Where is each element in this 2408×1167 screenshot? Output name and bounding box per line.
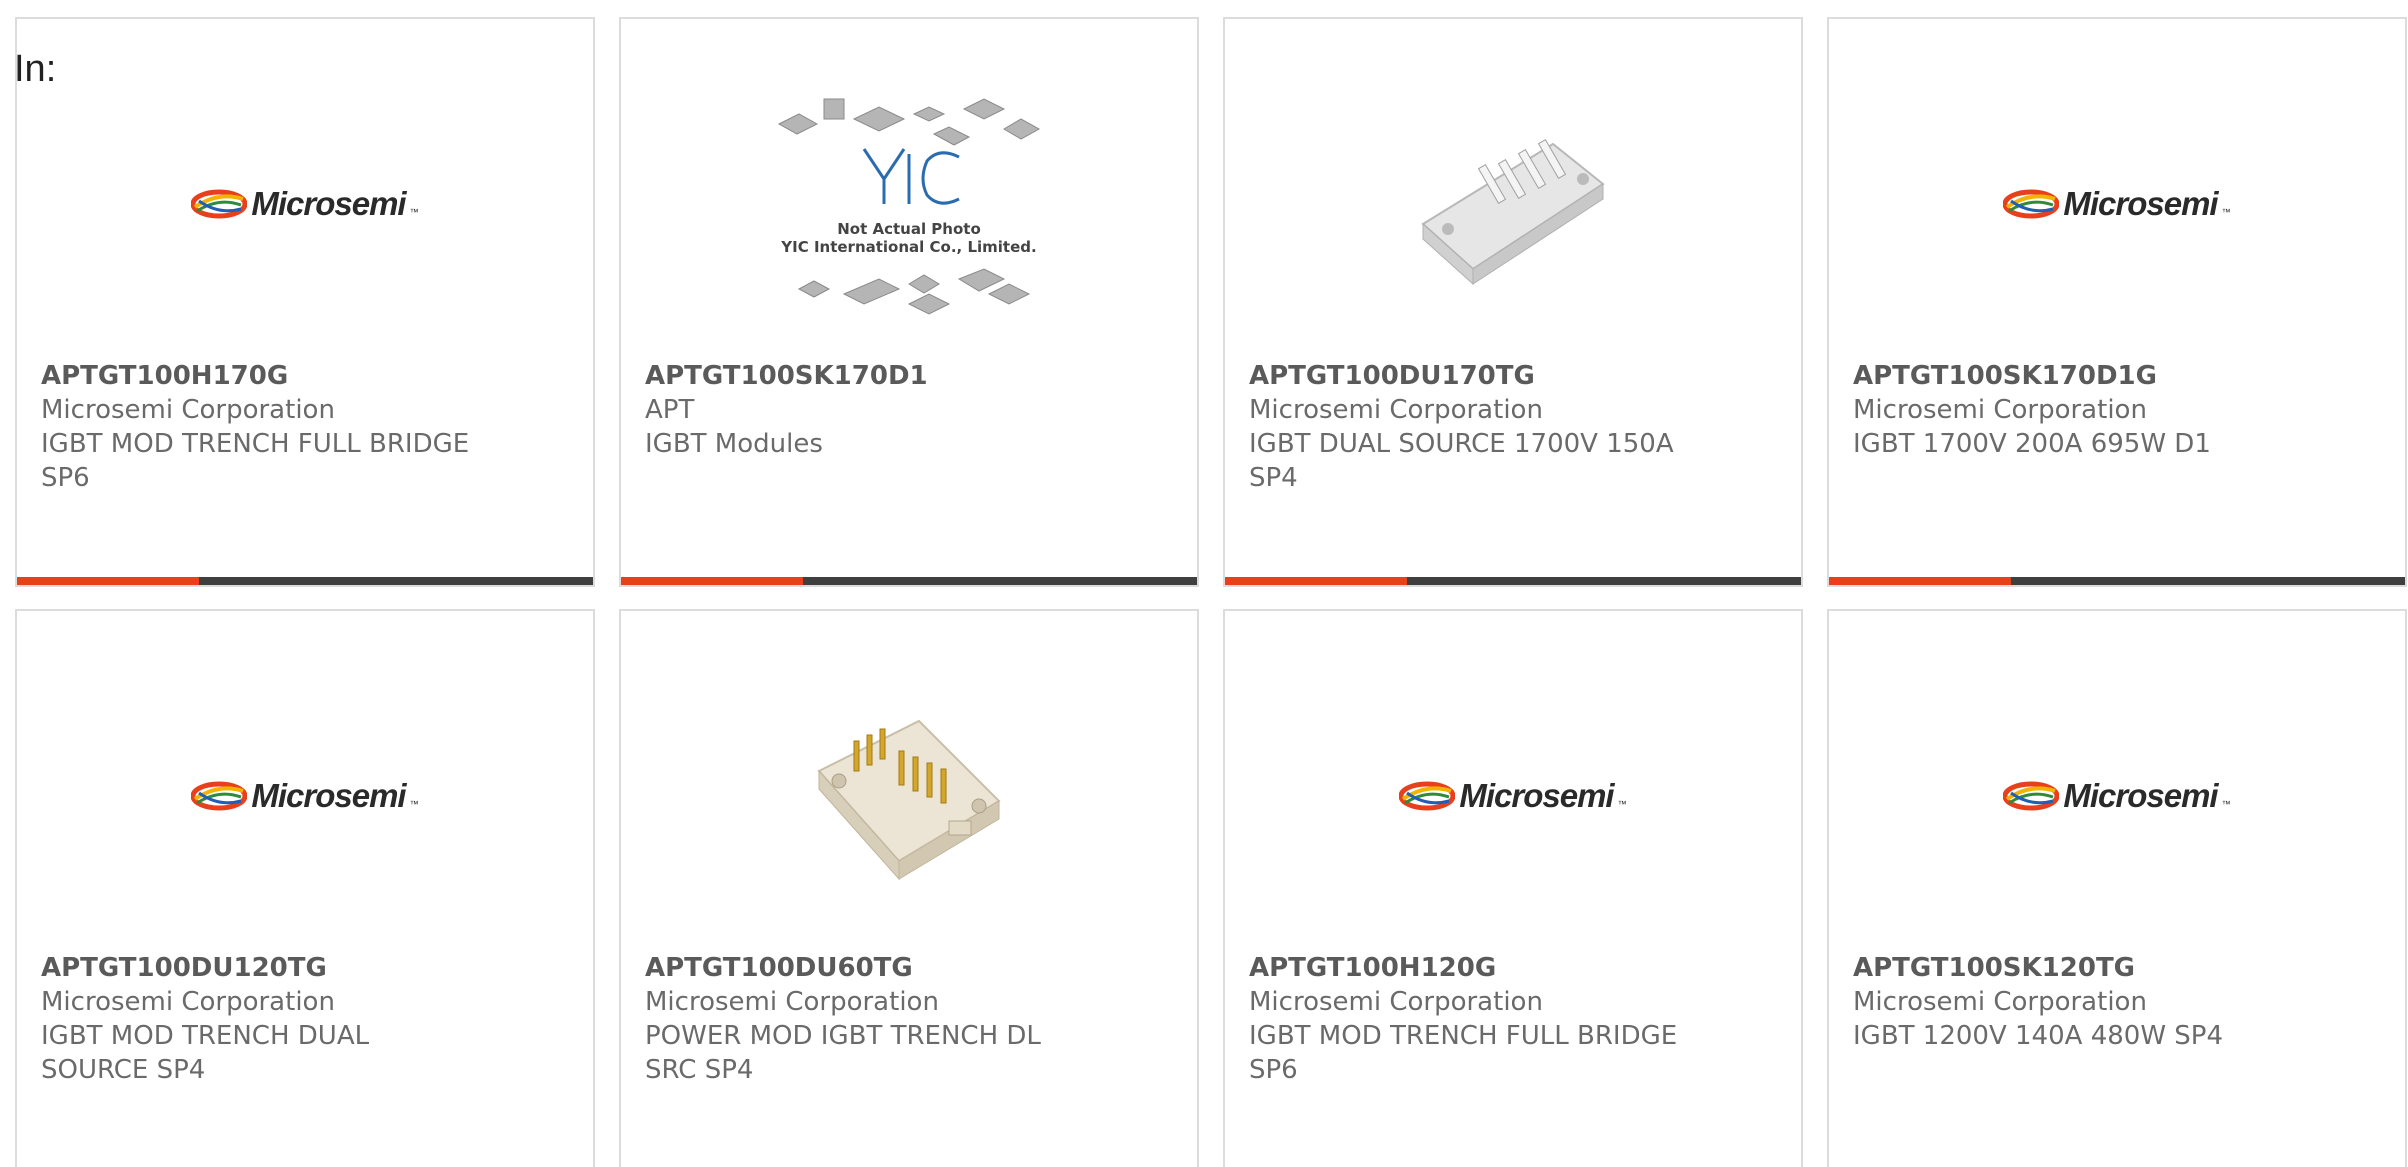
microsemi-swirl-icon bbox=[2003, 781, 2060, 811]
product-info: APTGT100DU120TG Microsemi Corporation IG… bbox=[41, 951, 569, 1087]
description: IGBT DUAL SOURCE 1700V 150A SP4 bbox=[1249, 429, 1674, 493]
yic-placeholder-image: Not Actual Photo YIC International Co., … bbox=[777, 98, 1041, 315]
product-image[interactable]: Microsemi ™ bbox=[1829, 79, 2405, 329]
microsemi-logo: Microsemi ™ bbox=[191, 777, 419, 815]
product-card[interactable]: APTGT100DU170TG Microsemi Corporation IG… bbox=[1223, 17, 1803, 587]
manufacturer: Microsemi Corporation bbox=[645, 987, 939, 1017]
description: IGBT MOD TRENCH DUAL SOURCE SP4 bbox=[41, 1021, 370, 1085]
page: In: Microsemi ™ APTGT100H170G Microsemi … bbox=[0, 0, 2408, 1167]
yic-caption-line1: Not Actual Photo bbox=[837, 220, 981, 238]
product-info: APTGT100SK170D1G Microsemi Corporation I… bbox=[1853, 359, 2381, 461]
description: IGBT MOD TRENCH FULL BRIDGE SP6 bbox=[1249, 1021, 1678, 1085]
trademark-mark: ™ bbox=[409, 799, 419, 809]
card-bottom-bar bbox=[1829, 577, 2405, 585]
product-image[interactable] bbox=[621, 671, 1197, 921]
in-label: In: bbox=[14, 48, 57, 90]
card-bottom-bar bbox=[17, 577, 593, 585]
product-card[interactable]: Microsemi ™ APTGT100SK170D1G Microsemi C… bbox=[1827, 17, 2407, 587]
description: IGBT Modules bbox=[645, 429, 823, 459]
manufacturer: APT bbox=[645, 395, 695, 425]
microsemi-swirl-icon bbox=[1399, 781, 1456, 811]
microsemi-logo-text: Microsemi bbox=[2063, 777, 2218, 814]
part-number-link[interactable]: APTGT100DU170TG bbox=[1249, 359, 1777, 393]
manufacturer: Microsemi Corporation bbox=[1853, 395, 2147, 425]
product-info: APTGT100DU170TG Microsemi Corporation IG… bbox=[1249, 359, 1777, 495]
trademark-mark: ™ bbox=[1617, 799, 1627, 809]
product-image[interactable] bbox=[1225, 79, 1801, 329]
product-card[interactable]: Microsemi ™ APTGT100DU120TG Microsemi Co… bbox=[15, 609, 595, 1167]
part-number-link[interactable]: APTGT100SK170D1 bbox=[645, 359, 1173, 393]
description: IGBT 1200V 140A 480W SP4 bbox=[1853, 1021, 2224, 1051]
part-number-link[interactable]: APTGT100H120G bbox=[1249, 951, 1777, 985]
product-card[interactable]: Microsemi ™ APTGT100H170G Microsemi Corp… bbox=[15, 17, 595, 587]
manufacturer: Microsemi Corporation bbox=[41, 987, 335, 1017]
microsemi-logo-text: Microsemi bbox=[1459, 777, 1614, 814]
product-card[interactable]: Microsemi ™ APTGT100SK120TG Microsemi Co… bbox=[1827, 609, 2407, 1167]
part-number-link[interactable]: APTGT100DU60TG bbox=[645, 951, 1173, 985]
microsemi-logo-text: Microsemi bbox=[251, 777, 406, 814]
part-number-link[interactable]: APTGT100H170G bbox=[41, 359, 569, 393]
microsemi-swirl-icon bbox=[191, 189, 248, 219]
part-number-link[interactable]: APTGT100SK170D1G bbox=[1853, 359, 2381, 393]
product-card[interactable]: Not Actual Photo YIC International Co., … bbox=[619, 17, 1199, 587]
microsemi-logo-text: Microsemi bbox=[251, 185, 406, 222]
product-image[interactable]: Not Actual Photo YIC International Co., … bbox=[621, 79, 1197, 329]
product-grid: Microsemi ™ APTGT100H170G Microsemi Corp… bbox=[15, 17, 2407, 1167]
product-info: APTGT100DU60TG Microsemi Corporation POW… bbox=[645, 951, 1173, 1087]
part-number-link[interactable]: APTGT100SK120TG bbox=[1853, 951, 2381, 985]
product-info: APTGT100H170G Microsemi Corporation IGBT… bbox=[41, 359, 569, 495]
product-info: APTGT100SK120TG Microsemi Corporation IG… bbox=[1853, 951, 2381, 1053]
microsemi-logo: Microsemi ™ bbox=[1399, 777, 1627, 815]
product-info: APTGT100SK170D1 APT IGBT Modules bbox=[645, 359, 1173, 461]
card-bottom-bar bbox=[1225, 577, 1801, 585]
part-number-link[interactable]: APTGT100DU120TG bbox=[41, 951, 569, 985]
product-image[interactable]: Microsemi ™ bbox=[17, 671, 593, 921]
description: POWER MOD IGBT TRENCH DL SRC SP4 bbox=[645, 1021, 1041, 1085]
microsemi-logo: Microsemi ™ bbox=[2003, 185, 2231, 223]
product-image[interactable]: Microsemi ™ bbox=[1829, 671, 2405, 921]
trademark-mark: ™ bbox=[2221, 799, 2231, 809]
microsemi-logo: Microsemi ™ bbox=[2003, 777, 2231, 815]
igbt-module-photo bbox=[1421, 138, 1605, 286]
description: IGBT MOD TRENCH FULL BRIDGE SP6 bbox=[41, 429, 470, 493]
product-card[interactable]: Microsemi ™ APTGT100H120G Microsemi Corp… bbox=[1223, 609, 1803, 1167]
manufacturer: Microsemi Corporation bbox=[1249, 395, 1543, 425]
trademark-mark: ™ bbox=[409, 207, 419, 217]
product-image[interactable]: Microsemi ™ bbox=[17, 79, 593, 329]
card-bottom-bar bbox=[621, 577, 1197, 585]
yic-caption-line2: YIC International Co., Limited. bbox=[780, 238, 1036, 256]
manufacturer: Microsemi Corporation bbox=[41, 395, 335, 425]
manufacturer: Microsemi Corporation bbox=[1853, 987, 2147, 1017]
igbt-module-photo bbox=[817, 719, 1001, 881]
microsemi-swirl-icon bbox=[191, 781, 248, 811]
trademark-mark: ™ bbox=[2221, 207, 2231, 217]
product-card[interactable]: APTGT100DU60TG Microsemi Corporation POW… bbox=[619, 609, 1199, 1167]
microsemi-swirl-icon bbox=[2003, 189, 2060, 219]
microsemi-logo: Microsemi ™ bbox=[191, 185, 419, 223]
product-info: APTGT100H120G Microsemi Corporation IGBT… bbox=[1249, 951, 1777, 1087]
description: IGBT 1700V 200A 695W D1 bbox=[1853, 429, 2211, 459]
microsemi-logo-text: Microsemi bbox=[2063, 185, 2218, 222]
product-image[interactable]: Microsemi ™ bbox=[1225, 671, 1801, 921]
manufacturer: Microsemi Corporation bbox=[1249, 987, 1543, 1017]
